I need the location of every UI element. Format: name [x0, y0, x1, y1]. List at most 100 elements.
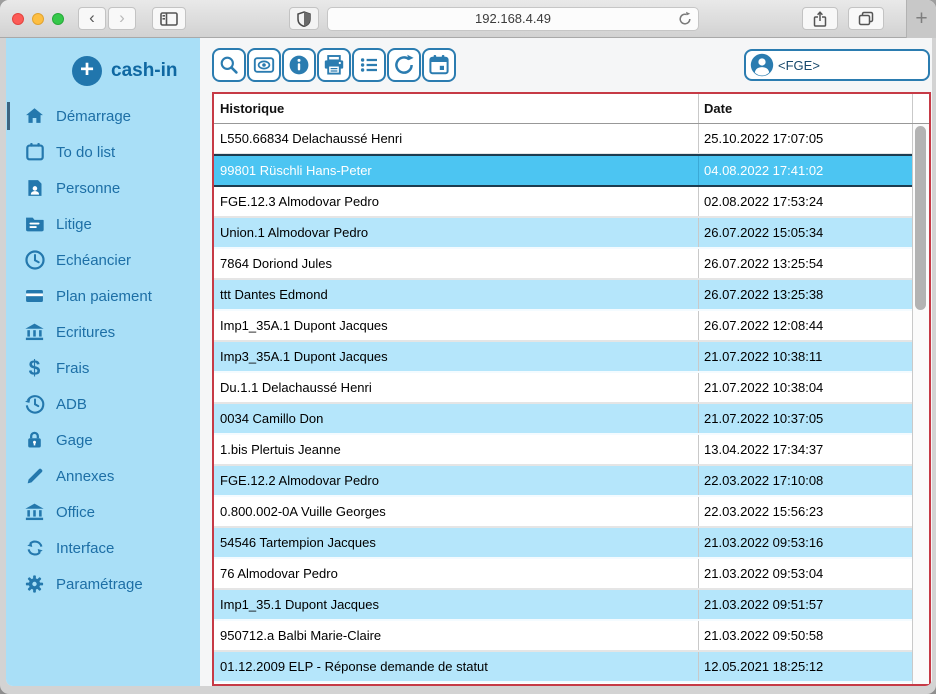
refresh-button[interactable] [387, 48, 421, 82]
table-row[interactable]: L550.66834 Delachaussé Henri 25.10.2022 … [214, 124, 912, 155]
new-tab-button[interactable]: + [906, 0, 936, 38]
reload-icon[interactable] [677, 11, 693, 27]
column-header-historique[interactable]: Historique [214, 94, 699, 123]
address-bar[interactable]: 192.168.4.49 [327, 7, 699, 31]
sidebar-item-interface[interactable]: Interface [6, 530, 200, 566]
sidebar-item-label: Annexes [56, 468, 114, 485]
sidebar-item-office[interactable]: Office [6, 494, 200, 530]
printer-icon [322, 53, 346, 77]
sync-icon [22, 536, 47, 560]
chevron-right-icon: › [119, 9, 125, 26]
historique-cell: 54546 Tartempion Jacques [214, 528, 699, 557]
sidebar-item-adb[interactable]: ADB [6, 386, 200, 422]
table-row[interactable]: 01.12.2009 ELP - Réponse demande de stat… [214, 652, 912, 683]
main-content: <FGE> Historique Date L550.66834 Delacha… [200, 38, 932, 686]
table-row[interactable]: 0034 Camillo Don 21.07.2022 10:37:05 [214, 404, 912, 435]
vertical-scrollbar[interactable] [912, 124, 929, 684]
table-row[interactable]: FGE.12.2 Almodovar Pedro 22.03.2022 17:1… [214, 466, 912, 497]
historique-cell: 01.12.2009 ELP - Réponse demande de stat… [214, 652, 699, 681]
folder-icon [22, 212, 47, 236]
url-text: 192.168.4.49 [475, 11, 551, 26]
zoom-window-button[interactable] [52, 13, 64, 25]
table-row[interactable]: Union.1 Almodovar Pedro 26.07.2022 15:05… [214, 218, 912, 249]
history-table: Historique Date L550.66834 Delachaussé H… [212, 92, 931, 686]
show-tabs-button[interactable] [848, 7, 884, 30]
date-cell: 26.07.2022 13:25:54 [699, 249, 912, 278]
lock-icon [22, 428, 47, 452]
date-cell: 02.08.2022 17:53:24 [699, 187, 912, 216]
date-cell: 04.08.2022 17:41:02 [699, 156, 912, 185]
calendar-button[interactable] [422, 48, 456, 82]
historique-cell: Imp1_35A.1 Dupont Jacques [214, 311, 699, 340]
app-toolbar: <FGE> [200, 38, 932, 92]
table-row[interactable]: 54546 Tartempion Jacques 21.03.2022 09:5… [214, 528, 912, 559]
sidebar-item-to-do-list[interactable]: To do list [6, 134, 200, 170]
scrollbar-thumb[interactable] [915, 126, 926, 310]
sidebar-item-echeancier[interactable]: Echéancier [6, 242, 200, 278]
view-button[interactable] [247, 48, 281, 82]
todo-calendar-icon [22, 140, 47, 164]
sidebar-item-label: Interface [56, 540, 114, 557]
info-button[interactable] [282, 48, 316, 82]
scrollbar-header-gutter [912, 94, 929, 123]
sidebar-item-label: Démarrage [56, 108, 131, 125]
date-cell: 21.03.2022 09:53:04 [699, 559, 912, 588]
browser-toolbar: ‹ › 192.168.4.49 [0, 0, 936, 38]
table-row[interactable]: Du.1.1 Delachaussé Henri 21.07.2022 10:3… [214, 373, 912, 404]
refresh-icon [392, 53, 416, 77]
sidebar-item-label: Personne [56, 180, 120, 197]
date-cell: 21.07.2022 10:37:05 [699, 404, 912, 433]
sidebar-toggle-button[interactable] [152, 7, 186, 30]
table-row[interactable]: 950712.a Balbi Marie-Claire 21.03.2022 0… [214, 621, 912, 652]
table-row[interactable]: 99801 Rüschli Hans-Peter 04.08.2022 17:4… [214, 154, 912, 187]
table-row[interactable]: 0.800.002-0A Vuille Georges 22.03.2022 1… [214, 497, 912, 528]
sidebar-item-litige[interactable]: Litige [6, 206, 200, 242]
back-button[interactable]: ‹ [78, 7, 106, 30]
sidebar-item-gage[interactable]: Gage [6, 422, 200, 458]
table-row[interactable]: 1.bis Plertuis Jeanne 13.04.2022 17:34:3… [214, 435, 912, 466]
date-cell: 21.07.2022 10:38:04 [699, 373, 912, 402]
date-cell: 22.03.2022 17:10:08 [699, 466, 912, 495]
share-button[interactable] [802, 7, 838, 30]
minimize-window-button[interactable] [32, 13, 44, 25]
historique-cell: FGE.12.3 Almodovar Pedro [214, 187, 699, 216]
table-row[interactable]: Imp3_35A.1 Dupont Jacques 21.07.2022 10:… [214, 342, 912, 373]
privacy-shield-button[interactable] [289, 7, 319, 30]
sidebar-item-ecritures[interactable]: Ecritures [6, 314, 200, 350]
history-clock-icon [22, 392, 47, 416]
table-row[interactable]: FGE.12.3 Almodovar Pedro 02.08.2022 17:5… [214, 187, 912, 218]
date-cell: 22.03.2022 15:56:23 [699, 497, 912, 526]
sidebar-item-plan-paiement[interactable]: Plan paiement [6, 278, 200, 314]
sidebar-item-label: ADB [56, 396, 87, 413]
table-row[interactable]: ttt Dantes Edmond 26.07.2022 13:25:38 [214, 280, 912, 311]
sidebar-item-annexes[interactable]: Annexes [6, 458, 200, 494]
current-user-box[interactable]: <FGE> [744, 49, 930, 81]
date-cell: 25.10.2022 17:07:05 [699, 124, 912, 153]
sidebar-item-parametrage[interactable]: Paramétrage [6, 566, 200, 602]
sidebar-item-frais[interactable]: $ Frais [6, 350, 200, 386]
historique-cell: FGE.12.2 Almodovar Pedro [214, 466, 699, 495]
historique-cell: Du.1.1 Delachaussé Henri [214, 373, 699, 402]
close-window-button[interactable] [12, 13, 24, 25]
forward-button[interactable]: › [108, 7, 136, 30]
table-row[interactable]: 76 Almodovar Pedro 21.03.2022 09:53:04 [214, 559, 912, 590]
gear-icon [22, 572, 47, 596]
table-header: Historique Date [214, 94, 929, 124]
table-row[interactable]: 7864 Doriond Jules 26.07.2022 13:25:54 [214, 249, 912, 280]
table-rows: L550.66834 Delachaussé Henri 25.10.2022 … [214, 124, 912, 684]
search-icon [217, 53, 241, 77]
table-row[interactable]: Imp1_35.1 Dupont Jacques 21.03.2022 09:5… [214, 590, 912, 621]
search-button[interactable] [212, 48, 246, 82]
sidebar: + cash-in Démarrage To do list [6, 38, 200, 686]
print-button[interactable] [317, 48, 351, 82]
column-header-date[interactable]: Date [699, 94, 912, 123]
sidebar-item-label: Office [56, 504, 95, 521]
sidebar-panel-icon [160, 12, 178, 26]
historique-cell: 99801 Rüschli Hans-Peter [214, 156, 699, 185]
table-row[interactable]: Imp1_35A.1 Dupont Jacques 26.07.2022 12:… [214, 311, 912, 342]
bank-icon [22, 500, 47, 524]
date-cell: 26.07.2022 15:05:34 [699, 218, 912, 247]
sidebar-item-personne[interactable]: Personne [6, 170, 200, 206]
list-button[interactable] [352, 48, 386, 82]
sidebar-item-demarrage[interactable]: Démarrage [6, 98, 200, 134]
